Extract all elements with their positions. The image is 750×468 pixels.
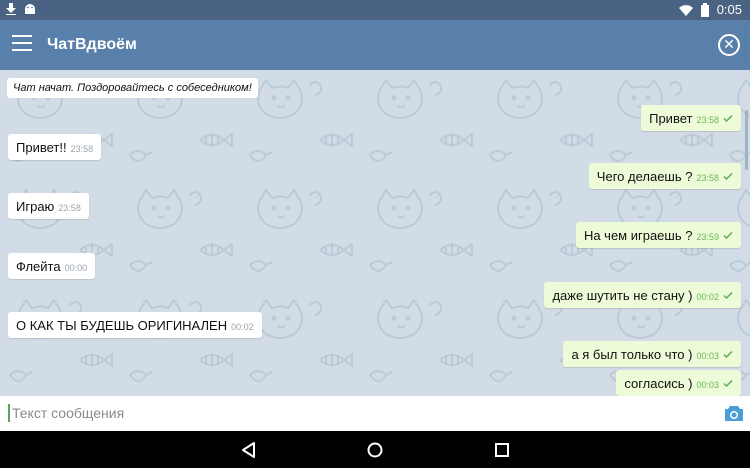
message-bubble[interactable]: Играю 23:58: [8, 193, 89, 219]
message-bubble[interactable]: даже шутить не стану ) 00:02: [544, 282, 741, 308]
message-text: согласись ): [624, 376, 693, 391]
message-bubble[interactable]: согласись ) 00:03: [616, 370, 741, 396]
message-bubble[interactable]: а я был только что ) 00:03: [563, 341, 741, 367]
check-icon: [723, 115, 733, 122]
status-bar: 0:05: [0, 0, 750, 20]
app-bar: ЧатВдвоём ✕: [0, 20, 750, 70]
home-icon[interactable]: [366, 441, 384, 459]
chat-scrollbar[interactable]: [745, 110, 748, 170]
message-time: 00:03: [696, 380, 719, 390]
camera-icon[interactable]: [724, 404, 744, 422]
message-text: На чем играешь ?: [583, 228, 693, 243]
message-text: а я был только что ): [571, 347, 693, 362]
battery-icon: [700, 2, 709, 17]
message-text: Флейта: [16, 259, 61, 274]
message-text: Играю: [16, 199, 55, 214]
check-icon: [723, 173, 733, 180]
message-time: 00:02: [231, 322, 254, 332]
message-text: О КАК ТЫ БУДЕШЬ ОРИГИНАЛЕН: [16, 318, 228, 333]
message-text: Чего делаешь ?: [596, 169, 693, 184]
message-text: Привет!!: [16, 140, 67, 155]
back-icon[interactable]: [240, 441, 258, 459]
message-bubble[interactable]: О КАК ТЫ БУДЕШЬ ОРИГИНАЛЕН 00:02: [8, 312, 262, 338]
message-time: 23:58: [696, 173, 719, 183]
status-time: 0:05: [716, 2, 742, 17]
message-time: 23:58: [696, 115, 719, 125]
check-icon: [723, 292, 733, 299]
message-bubble[interactable]: На чем играешь ? 23:59: [575, 222, 741, 248]
hamburger-menu-icon[interactable]: [12, 35, 32, 55]
message-time: 00:03: [696, 351, 719, 361]
message-input[interactable]: [12, 402, 702, 424]
message-bubble[interactable]: Привет 23:58: [641, 105, 741, 131]
message-time: 23:58: [58, 203, 81, 213]
message-time: 23:59: [696, 232, 719, 242]
message-bubble[interactable]: Привет!! 23:58: [8, 134, 102, 160]
status-bar-left: [6, 3, 36, 15]
navigation-bar: [0, 431, 750, 468]
chat-title: ЧатВдвоём: [47, 36, 137, 53]
message-text: даже шутить не стану ): [552, 288, 693, 303]
recents-icon[interactable]: [493, 441, 511, 459]
download-icon: [6, 3, 16, 15]
wifi-icon: [678, 4, 693, 16]
message-input-bar: [0, 396, 750, 431]
check-icon: [723, 380, 733, 387]
check-icon: [723, 351, 733, 358]
android-icon: [25, 4, 35, 14]
chat-area[interactable]: Чат начат. Поздоровайтесь с собеседником…: [0, 70, 750, 396]
check-icon: [723, 232, 733, 239]
close-circle-icon[interactable]: ✕: [718, 34, 740, 56]
message-time: 00:00: [64, 263, 88, 273]
text-cursor: [8, 404, 10, 422]
message-time: 23:58: [70, 144, 94, 154]
status-bar-right: 0:05: [678, 2, 742, 17]
message-bubble[interactable]: Флейта 00:00: [8, 253, 96, 279]
chat-started-notice: Чат начат. Поздоровайтесь с собеседником…: [7, 78, 258, 98]
message-bubble[interactable]: Чего делаешь ? 23:58: [588, 163, 741, 189]
message-text: Привет: [649, 111, 693, 126]
message-time: 00:02: [696, 292, 719, 302]
